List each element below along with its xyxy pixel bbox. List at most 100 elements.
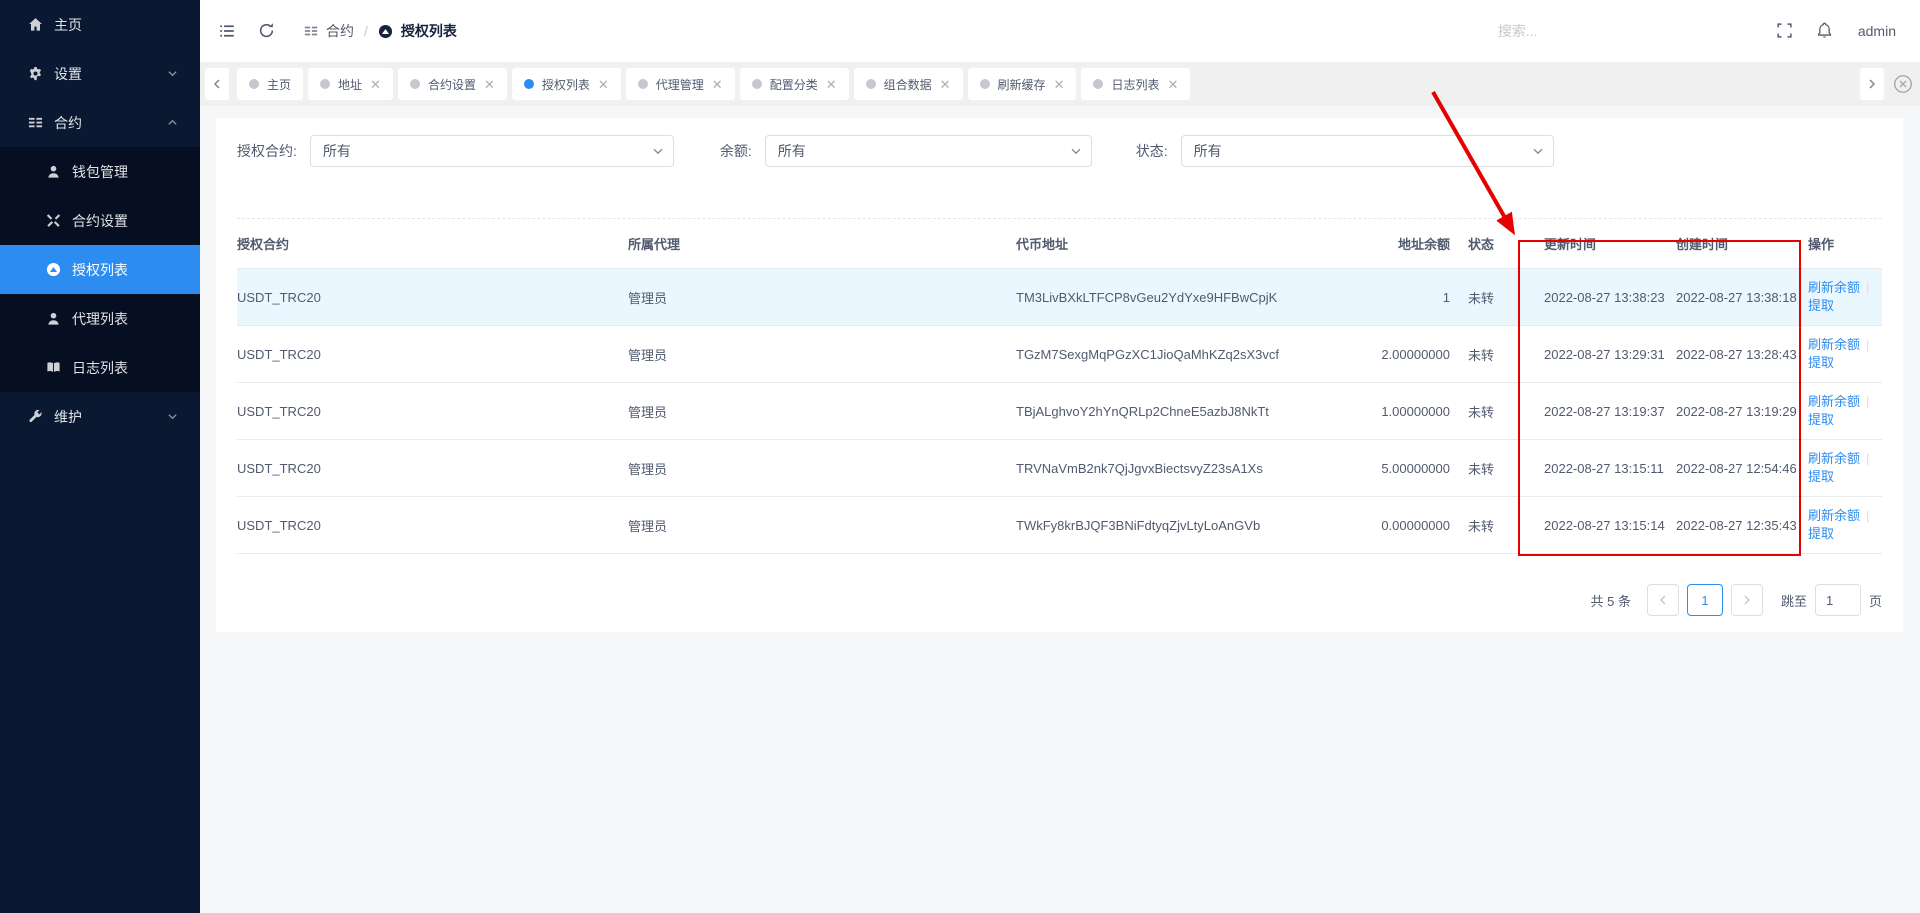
sidebar-item-log-list[interactable]: 日志列表	[0, 343, 200, 392]
col-header-address: 代币地址	[1016, 234, 1356, 253]
sidebar-item-agent-list[interactable]: 代理列表	[0, 294, 200, 343]
sidebar-item-authorization-list[interactable]: 授权列表	[0, 245, 200, 294]
withdraw-link[interactable]: 提取	[1808, 526, 1834, 542]
sidebar-item-settings[interactable]: 设置	[0, 49, 200, 98]
cell-address: TM3LivBXkLTFCP8vGeu2YdYxe9HFBwCpjK	[1016, 290, 1356, 305]
tab-log-list[interactable]: 日志列表 ✕	[1081, 68, 1190, 100]
tabbar-right	[1860, 68, 1920, 100]
next-page-button[interactable]	[1731, 584, 1763, 616]
sidebar-submenu-contract: 钱包管理 合约设置 授权列表 代理列表 日志列表	[0, 147, 200, 392]
chevron-down-icon	[652, 145, 664, 157]
tab-label: 日志列表	[1111, 76, 1159, 93]
refresh-balance-link[interactable]: 刷新余额	[1808, 451, 1860, 467]
search-input[interactable]	[1498, 23, 1628, 39]
sidebar-item-contract-settings[interactable]: 合约设置	[0, 196, 200, 245]
tab-combined-data[interactable]: 组合数据 ✕	[854, 68, 963, 100]
tab-close-icon[interactable]: ✕	[826, 78, 837, 91]
cell-address: TBjALghvoY2hYnQRLp2ChneE5azbJ8NkTt	[1016, 404, 1356, 419]
refresh-balance-link[interactable]: 刷新余额	[1808, 394, 1860, 410]
cell-created: 2022-08-27 13:19:29	[1676, 404, 1808, 419]
pagination-total: 共 5 条	[1591, 591, 1631, 610]
close-all-tabs-icon[interactable]	[1892, 73, 1914, 95]
tab-close-icon[interactable]: ✕	[1167, 78, 1178, 91]
tab-close-icon[interactable]: ✕	[598, 78, 609, 91]
tab-dot-icon	[980, 79, 990, 89]
topbar: 合约 / 授权列表 admin	[200, 0, 1920, 62]
sidebar-item-wallet-management[interactable]: 钱包管理	[0, 147, 200, 196]
withdraw-link[interactable]: 提取	[1808, 412, 1834, 428]
content-card: 授权合约: 所有 余额: 所有 状态: 所有 授权合约 所属代理 代币地址 地址…	[216, 118, 1903, 632]
tab-label: 刷新缓存	[998, 76, 1046, 93]
col-header-status: 状态	[1450, 234, 1544, 253]
table-header: 授权合约 所属代理 代币地址 地址余额 状态 更新时间 创建时间 操作	[237, 219, 1882, 269]
tab-close-icon[interactable]: ✕	[370, 78, 381, 91]
tabs-scroll-left-icon[interactable]	[205, 68, 229, 100]
collapse-menu-icon[interactable]	[218, 22, 236, 40]
sidebar-item-maintenance[interactable]: 维护	[0, 392, 200, 441]
tab-address[interactable]: 地址 ✕	[308, 68, 393, 100]
refresh-icon[interactable]	[258, 22, 276, 40]
tab-contract-settings[interactable]: 合约设置 ✕	[398, 68, 507, 100]
refresh-balance-link[interactable]: 刷新余额	[1808, 508, 1860, 524]
pagination: 共 5 条 1 跳至 页	[237, 584, 1882, 616]
refresh-balance-link[interactable]: 刷新余额	[1808, 337, 1860, 353]
filter-balance-label: 余额:	[720, 141, 752, 161]
tab-dot-icon	[410, 79, 420, 89]
contract-icon	[304, 24, 318, 38]
cell-contract: USDT_TRC20	[237, 461, 628, 476]
table-row: USDT_TRC20 管理员 TM3LivBXkLTFCP8vGeu2YdYxe…	[237, 269, 1882, 326]
table-row: USDT_TRC20 管理员 TGzM7SexgMqPGzXC1JioQaMhK…	[237, 326, 1882, 383]
withdraw-link[interactable]: 提取	[1808, 355, 1834, 371]
prev-page-button[interactable]	[1647, 584, 1679, 616]
withdraw-link[interactable]: 提取	[1808, 469, 1834, 485]
tab-refresh-cache[interactable]: 刷新缓存 ✕	[968, 68, 1077, 100]
sidebar-item-label: 合约设置	[72, 211, 128, 231]
jump-to-label: 跳至	[1781, 591, 1807, 610]
sidebar-item-label: 维护	[54, 407, 82, 427]
cell-contract: USDT_TRC20	[237, 518, 628, 533]
tab-config-category[interactable]: 配置分类✕	[740, 68, 849, 100]
refresh-balance-link[interactable]: 刷新余额	[1808, 280, 1860, 296]
filter-balance-select[interactable]: 所有	[765, 135, 1092, 167]
fullscreen-icon[interactable]	[1776, 22, 1794, 40]
cell-address: TRVNaVmB2nk7QjJgvxBiectsvyZ23sA1Xs	[1016, 461, 1356, 476]
filter-status-label: 状态:	[1136, 141, 1168, 161]
tabs-scroll-right-icon[interactable]	[1860, 68, 1884, 100]
sidebar-item-home[interactable]: 主页	[0, 0, 200, 49]
tab-close-icon[interactable]: ✕	[1054, 78, 1065, 91]
cell-updated: 2022-08-27 13:19:37	[1544, 404, 1676, 419]
sidebar-item-label: 授权列表	[72, 260, 128, 280]
cell-created: 2022-08-27 12:54:46	[1676, 461, 1808, 476]
tab-label: 组合数据	[884, 76, 932, 93]
tab-dot-icon	[524, 79, 534, 89]
withdraw-link[interactable]: 提取	[1808, 298, 1834, 314]
tab-dot-icon	[752, 79, 762, 89]
filter-contract-select[interactable]: 所有	[310, 135, 674, 167]
chevron-down-icon	[1070, 145, 1082, 157]
tab-authorization-list[interactable]: 授权列表✕	[512, 68, 621, 100]
page-jump-input[interactable]	[1815, 584, 1861, 616]
current-page-button[interactable]: 1	[1687, 584, 1723, 616]
tab-close-icon[interactable]: ✕	[940, 78, 951, 91]
tab-label: 地址	[338, 76, 362, 93]
notification-bell-icon[interactable]	[1816, 22, 1834, 40]
wrench-icon	[28, 409, 43, 424]
user-menu[interactable]: admin	[1858, 23, 1896, 39]
wallet-user-icon	[46, 164, 61, 179]
cell-agent: 管理员	[628, 288, 1016, 307]
tab-close-icon[interactable]: ✕	[712, 78, 723, 91]
table-row: USDT_TRC20 管理员 TWkFy8krBJQF3BNiFdtyqZjvL…	[237, 497, 1882, 554]
tab-home[interactable]: 主页	[237, 68, 303, 100]
action-divider: |	[1866, 451, 1869, 467]
breadcrumb-section[interactable]: 合约	[326, 21, 354, 41]
sidebar: 主页 设置 合约 钱包管理 合约设置 授权列表 代理列表 日志列表	[0, 0, 200, 913]
tab-dot-icon	[320, 79, 330, 89]
tab-close-icon[interactable]: ✕	[484, 78, 495, 91]
filter-status-select[interactable]: 所有	[1181, 135, 1554, 167]
chevron-up-icon	[167, 117, 178, 128]
tab-agent-management[interactable]: 代理管理✕	[626, 68, 735, 100]
tab-label: 合约设置	[428, 76, 476, 93]
sidebar-item-contract[interactable]: 合约	[0, 98, 200, 147]
select-value: 所有	[1194, 141, 1222, 161]
gear-icon	[28, 66, 43, 81]
